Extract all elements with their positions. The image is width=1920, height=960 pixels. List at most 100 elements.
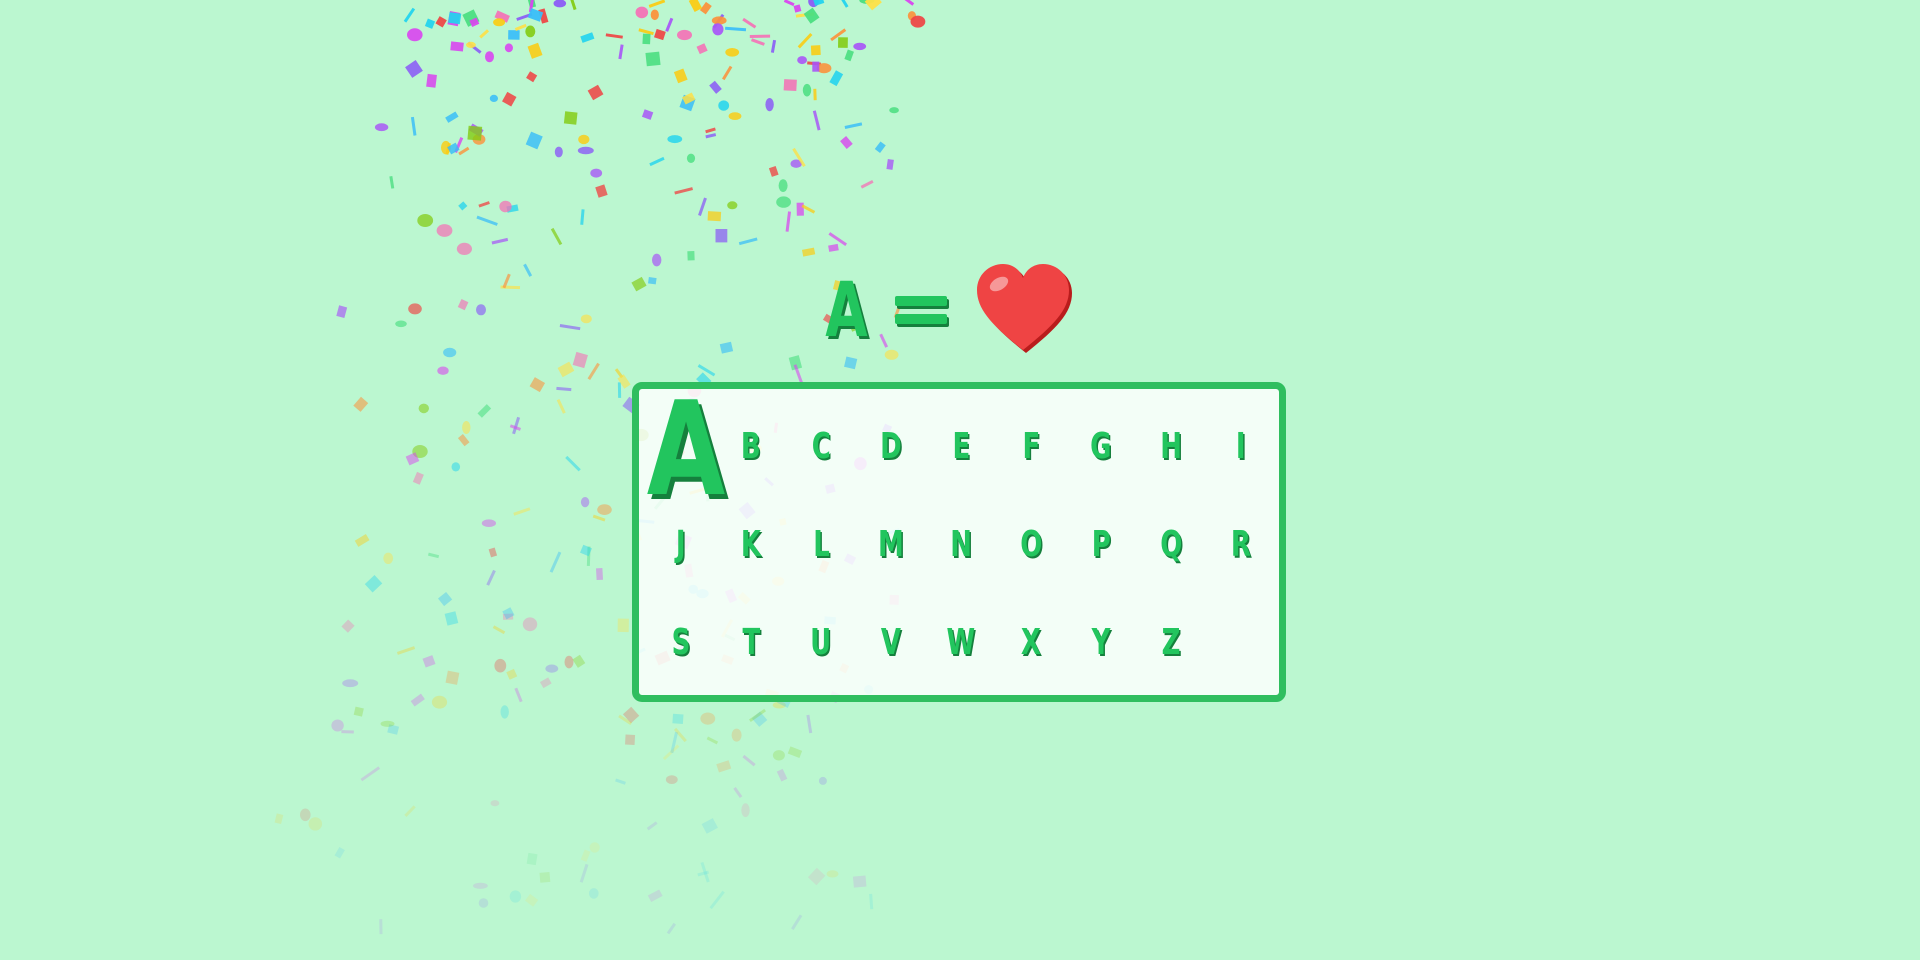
confetti-piece xyxy=(793,4,802,13)
letter-label: D xyxy=(880,426,902,467)
letter-tile-l[interactable]: L xyxy=(791,515,851,575)
confetti-piece xyxy=(527,8,544,22)
confetti-piece xyxy=(670,731,679,754)
confetti-piece xyxy=(696,43,708,55)
letter-tile-c[interactable]: C xyxy=(791,417,851,477)
confetti-piece xyxy=(750,38,765,46)
letter-tile-o[interactable]: O xyxy=(1001,515,1061,575)
confetti-piece xyxy=(778,179,788,193)
confetti-piece xyxy=(437,366,449,375)
confetti-piece xyxy=(618,44,624,60)
confetti-piece xyxy=(508,30,520,40)
confetti-piece xyxy=(342,679,359,688)
confetti-piece xyxy=(715,228,728,243)
confetti-piece xyxy=(801,204,816,214)
letter-tile-d[interactable]: D xyxy=(861,417,921,477)
confetti-piece xyxy=(563,111,578,125)
confetti-piece xyxy=(336,305,348,318)
letter-tile-q[interactable]: Q xyxy=(1141,515,1201,575)
confetti-piece xyxy=(514,687,523,703)
letter-tile-b[interactable]: B xyxy=(721,417,781,477)
letter-label: T xyxy=(742,622,760,663)
letter-tile-e[interactable]: E xyxy=(931,417,991,477)
confetti-piece xyxy=(462,9,480,27)
letter-tile-a[interactable]: A xyxy=(646,384,724,514)
letter-tile-j[interactable]: J xyxy=(651,515,711,575)
confetti-piece xyxy=(812,110,821,131)
letter-label: X xyxy=(1020,622,1041,663)
letter-tile-r[interactable]: R xyxy=(1211,515,1271,575)
confetti-piece xyxy=(407,28,423,42)
letter-tile-t[interactable]: T xyxy=(721,613,781,673)
confetti-piece xyxy=(379,919,383,935)
confetti-piece xyxy=(477,404,492,418)
confetti-piece xyxy=(719,341,734,354)
letter-tile-n[interactable]: N xyxy=(931,515,991,575)
confetti-piece xyxy=(728,112,742,120)
confetti-piece xyxy=(274,813,284,825)
letter-tile-u[interactable]: U xyxy=(791,613,851,673)
confetti-piece xyxy=(647,276,657,285)
confetti-piece xyxy=(580,497,590,508)
confetti-piece xyxy=(614,368,624,379)
confetti-piece xyxy=(792,147,806,168)
letter-label: H xyxy=(1160,426,1182,467)
confetti-piece xyxy=(816,63,832,74)
confetti-piece xyxy=(479,29,490,39)
letter-tile-z[interactable]: Z xyxy=(1141,613,1201,673)
letter-tile-m[interactable]: M xyxy=(861,515,921,575)
letter-tile-i[interactable]: I xyxy=(1211,417,1271,477)
letter-tile-x[interactable]: X xyxy=(1001,613,1061,673)
letter-tile-s[interactable]: S xyxy=(651,613,711,673)
confetti-piece xyxy=(592,514,606,522)
confetti-piece xyxy=(586,546,591,566)
letter-label: U xyxy=(810,622,832,663)
letter-label: Q xyxy=(1159,524,1183,565)
confetti-piece xyxy=(545,664,559,673)
confetti-piece xyxy=(801,247,816,257)
confetti-piece xyxy=(768,165,779,177)
confetti-piece xyxy=(776,768,788,782)
confetti-piece xyxy=(716,760,732,773)
confetti-piece xyxy=(818,776,827,785)
confetti-piece xyxy=(404,805,416,817)
confetti-piece xyxy=(770,39,777,53)
confetti-piece xyxy=(457,299,469,311)
letter-tile-h[interactable]: H xyxy=(1141,417,1201,477)
confetti-piece xyxy=(844,49,854,62)
confetti-piece xyxy=(412,471,424,485)
confetti-piece xyxy=(527,0,537,8)
confetti-piece xyxy=(431,695,448,709)
letter-tile-w[interactable]: W xyxy=(931,613,991,673)
confetti-piece xyxy=(478,898,489,908)
confetti-piece xyxy=(587,362,600,380)
confetti-piece xyxy=(706,736,719,745)
confetti-piece xyxy=(646,821,658,831)
confetti-piece xyxy=(649,156,665,167)
confetti-piece xyxy=(700,712,716,725)
confetti-piece xyxy=(699,1,712,15)
confetti-piece xyxy=(364,575,383,593)
letter-tile-y[interactable]: Y xyxy=(1071,613,1131,673)
letter-tile-k[interactable]: K xyxy=(721,515,781,575)
confetti-piece xyxy=(577,146,594,155)
confetti-piece xyxy=(709,80,722,94)
letter-label: L xyxy=(812,524,830,565)
confetti-piece xyxy=(405,60,423,78)
confetti-piece xyxy=(638,28,654,36)
confetti-piece xyxy=(615,778,626,785)
letter-tile-v[interactable]: V xyxy=(861,613,921,673)
confetti-piece xyxy=(458,201,468,211)
letter-tile-p[interactable]: P xyxy=(1071,515,1131,575)
letter-tile-g[interactable]: G xyxy=(1071,417,1131,477)
confetti-piece xyxy=(808,0,819,8)
confetti-piece xyxy=(493,18,506,27)
confetti-piece xyxy=(353,706,364,717)
confetti-piece xyxy=(705,133,717,139)
confetti-piece xyxy=(490,800,500,807)
equals-sign xyxy=(894,296,947,324)
confetti-piece xyxy=(308,817,323,831)
letter-tile-f[interactable]: F xyxy=(1001,417,1061,477)
confetti-piece xyxy=(467,41,482,54)
confetti-piece xyxy=(886,159,894,170)
